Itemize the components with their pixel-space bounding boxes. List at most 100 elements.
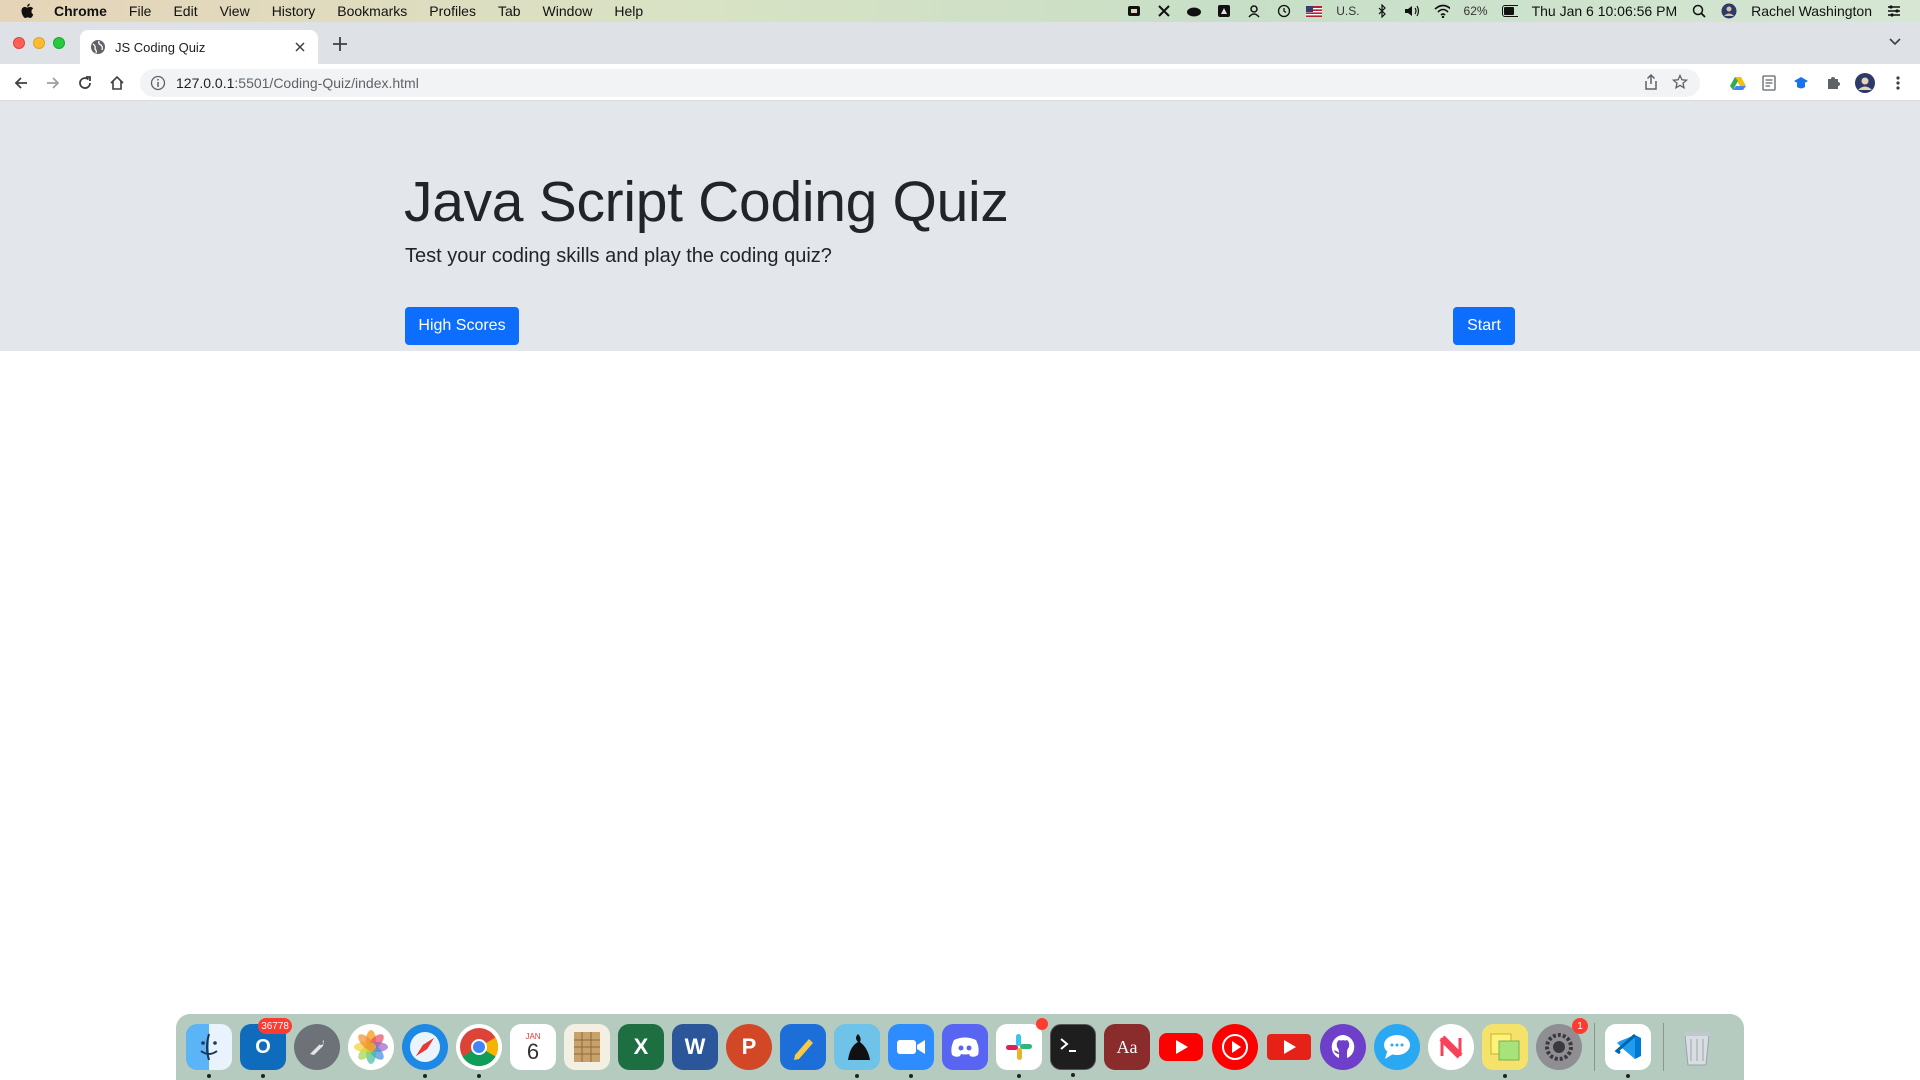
dock-launchpad-icon[interactable]	[294, 1024, 340, 1070]
google-drive-extension-icon[interactable]	[1728, 73, 1748, 93]
dock-separator	[1594, 1023, 1595, 1071]
tab-search-chevron-icon[interactable]	[1888, 34, 1906, 52]
battery-icon[interactable]	[1501, 4, 1518, 18]
us-flag-icon[interactable]	[1306, 4, 1323, 18]
dock-discord-icon[interactable]	[942, 1024, 988, 1070]
window-close-button[interactable]	[13, 37, 25, 49]
battery-percent: 62%	[1463, 4, 1488, 18]
dock-trash-icon[interactable]	[1674, 1024, 1720, 1070]
menu-file[interactable]: File	[129, 3, 152, 19]
dock-pencil-app-icon[interactable]	[780, 1024, 826, 1070]
dock-messages-icon[interactable]	[1374, 1024, 1420, 1070]
new-tab-button[interactable]	[330, 34, 350, 54]
reload-icon[interactable]	[75, 73, 95, 93]
globe-icon	[90, 39, 106, 55]
volume-icon[interactable]	[1404, 4, 1420, 18]
dock-stickies-icon[interactable]	[1482, 1024, 1528, 1078]
dock-chrome-icon[interactable]	[456, 1024, 502, 1078]
dock-dictionary-icon[interactable]: Aa	[1104, 1024, 1150, 1070]
dock-calendar-icon[interactable]: JAN 6	[510, 1024, 556, 1070]
user-name[interactable]: Rachel Washington	[1751, 3, 1872, 19]
tab-js-coding-quiz[interactable]: JS Coding Quiz	[80, 30, 318, 64]
calendar-day: 6	[526, 1038, 540, 1064]
control-center-icon[interactable]	[1886, 4, 1902, 18]
menu-app-name[interactable]: Chrome	[54, 3, 107, 19]
running-indicator	[1071, 1073, 1075, 1077]
share-icon[interactable]	[1644, 73, 1658, 93]
graduation-cap-extension-icon[interactable]	[1791, 73, 1811, 93]
high-scores-button[interactable]: High Scores	[405, 307, 519, 345]
dock-safari-icon[interactable]	[402, 1024, 448, 1078]
macos-menu-bar: Chrome File Edit View History Bookmarks …	[0, 0, 1920, 22]
address-bar[interactable]: 127.0.0.1:5501/Coding-Quiz/index.html	[140, 69, 1700, 97]
menu-tab[interactable]: Tab	[498, 3, 521, 19]
dock-kindle-icon[interactable]	[834, 1024, 880, 1078]
dock-vscode-icon[interactable]	[1605, 1024, 1651, 1078]
menu-bar-status-area: U.S. 62% Thu Jan 6 10:06:56 PM Rachel Wa…	[1126, 0, 1920, 22]
screen-record-icon[interactable]	[1126, 4, 1142, 18]
dock-slack-icon[interactable]	[996, 1018, 1048, 1078]
url-host: 127.0.0.1	[176, 75, 235, 91]
input-source-label[interactable]: U.S.	[1336, 4, 1359, 18]
system-preferences-badge: 1	[1572, 1018, 1588, 1034]
dock-powerpoint-icon[interactable]: P	[726, 1024, 772, 1070]
running-indicator	[423, 1074, 427, 1078]
clock[interactable]: Thu Jan 6 10:06:56 PM	[1532, 3, 1678, 19]
dock-zoom-icon[interactable]	[888, 1024, 934, 1078]
forward-arrow-icon[interactable]	[43, 73, 63, 93]
document-extension-icon[interactable]	[1759, 73, 1779, 93]
browser-toolbar: 127.0.0.1:5501/Coding-Quiz/index.html	[0, 64, 1920, 101]
tab-title: JS Coding Quiz	[115, 39, 206, 55]
bluetooth-icon[interactable]	[1374, 4, 1390, 18]
menu-profiles[interactable]: Profiles	[429, 3, 476, 19]
dock-outlook-icon[interactable]: O 36778	[240, 1018, 292, 1078]
menu-view[interactable]: View	[220, 3, 250, 19]
menu-history[interactable]: History	[272, 3, 316, 19]
dock-photos-icon[interactable]	[348, 1024, 394, 1070]
dock-github-desktop-icon[interactable]	[1320, 1024, 1366, 1070]
start-button[interactable]: Start	[1453, 307, 1515, 345]
slack-badge	[1036, 1018, 1048, 1030]
cloud-sync-icon[interactable]	[1186, 4, 1202, 18]
apple-menu-icon[interactable]	[20, 3, 36, 19]
dock-excel-icon[interactable]: X	[618, 1024, 664, 1070]
tab-close-icon[interactable]	[292, 39, 308, 55]
dock-numbers-icon[interactable]	[564, 1024, 610, 1070]
window-minimize-button[interactable]	[33, 37, 45, 49]
dock-terminal-icon[interactable]	[1050, 1024, 1096, 1077]
wifi-icon[interactable]	[1434, 4, 1450, 18]
bookmark-star-icon[interactable]	[1671, 73, 1689, 93]
macos-dock: O 36778 JAN 6 X W P Aa 1	[176, 1014, 1744, 1080]
chrome-menu-icon[interactable]	[1888, 73, 1908, 93]
back-arrow-icon[interactable]	[11, 73, 31, 93]
dock-youtube-app-icon[interactable]	[1266, 1024, 1312, 1070]
menu-bookmarks[interactable]: Bookmarks	[337, 3, 407, 19]
url-path: :5501/Coding-Quiz/index.html	[234, 75, 419, 91]
tools-icon[interactable]	[1156, 4, 1172, 18]
running-indicator	[855, 1074, 859, 1078]
dock-system-preferences-icon[interactable]: 1	[1536, 1018, 1588, 1070]
dock-youtube-icon[interactable]	[1158, 1024, 1204, 1070]
site-info-icon[interactable]	[150, 75, 166, 91]
menu-edit[interactable]: Edit	[173, 3, 197, 19]
dock-youtube-music-icon[interactable]	[1212, 1024, 1258, 1070]
running-indicator	[1017, 1074, 1021, 1078]
home-icon[interactable]	[107, 73, 127, 93]
running-indicator	[477, 1074, 481, 1078]
dock-news-icon[interactable]	[1428, 1024, 1474, 1070]
window-zoom-button[interactable]	[53, 37, 65, 49]
time-machine-icon[interactable]	[1276, 4, 1292, 18]
running-indicator	[207, 1074, 211, 1078]
menu-help[interactable]: Help	[614, 3, 643, 19]
profile-status-icon[interactable]	[1246, 4, 1262, 18]
dock-word-icon[interactable]: W	[672, 1024, 718, 1070]
running-indicator	[261, 1074, 265, 1078]
dock-finder-icon[interactable]	[186, 1024, 232, 1078]
extensions-puzzle-icon[interactable]	[1823, 73, 1843, 93]
drive-icon[interactable]	[1216, 4, 1232, 18]
profile-avatar-icon[interactable]	[1855, 73, 1875, 93]
running-indicator	[1503, 1074, 1507, 1078]
menu-window[interactable]: Window	[543, 3, 593, 19]
user-avatar-icon[interactable]	[1721, 3, 1737, 19]
spotlight-search-icon[interactable]	[1691, 4, 1707, 18]
